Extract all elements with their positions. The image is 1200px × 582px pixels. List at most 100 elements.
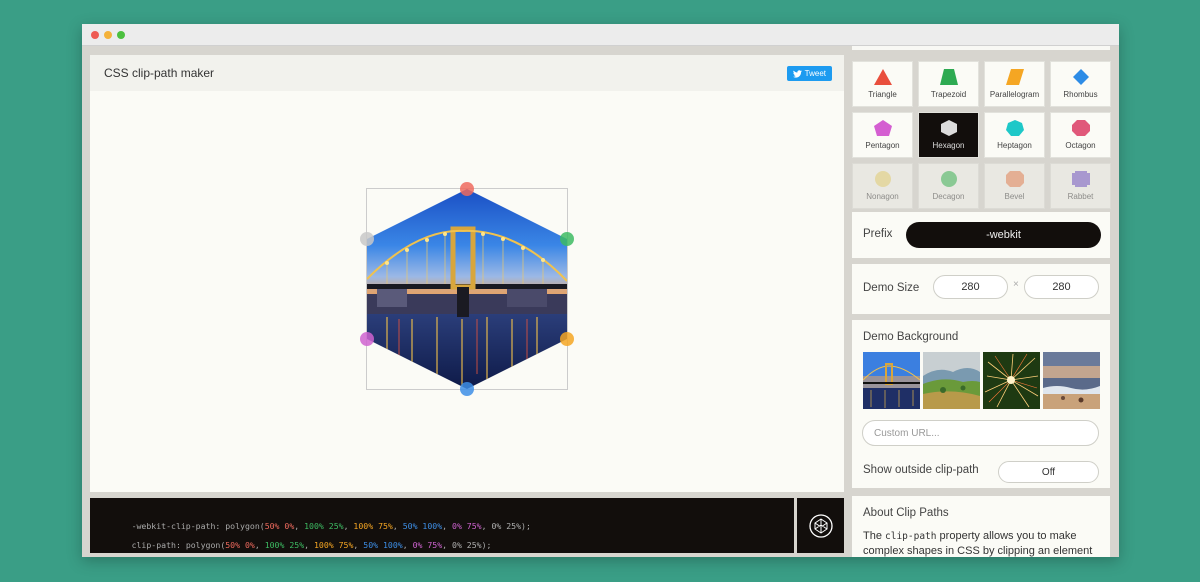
handle-point-4[interactable] bbox=[460, 382, 474, 396]
hexagon-icon bbox=[940, 120, 957, 136]
codepen-icon bbox=[808, 513, 833, 538]
background-thumb-sparkler[interactable] bbox=[983, 352, 1040, 409]
nonagon-icon bbox=[874, 171, 891, 187]
show-outside-label: Show outside clip-path bbox=[863, 464, 979, 476]
about-code: clip-path bbox=[885, 531, 937, 542]
shape-tile-nonagon[interactable]: Nonagon bbox=[852, 163, 913, 209]
css-code-output[interactable]: -webkit-clip-path: polygon(50% 0%, 100% … bbox=[90, 498, 794, 553]
shape-label: Trapezoid bbox=[930, 90, 967, 99]
shape-tile-pentagon[interactable]: Pentagon bbox=[852, 112, 913, 158]
about-description: The clip-path property allows you to mak… bbox=[863, 529, 1103, 557]
minimize-window-button[interactable] bbox=[104, 31, 112, 39]
demo-background-label: Demo Background bbox=[863, 331, 959, 343]
demo-width-input[interactable] bbox=[933, 275, 1008, 299]
about-card: About Clip Paths The clip-path property … bbox=[852, 496, 1110, 557]
code-separator: , bbox=[254, 540, 265, 550]
shape-label: Rhombus bbox=[1063, 90, 1098, 99]
prefix-select[interactable]: -webkit bbox=[906, 222, 1101, 248]
code-point-value: 0% 25% bbox=[491, 521, 522, 531]
code-separator: , bbox=[442, 540, 453, 550]
handle-point-3[interactable] bbox=[560, 332, 574, 346]
maximize-window-button[interactable] bbox=[117, 31, 125, 39]
shape-label: Decagon bbox=[932, 192, 965, 201]
tweet-label: Tweet bbox=[804, 69, 826, 78]
shape-tile-decagon[interactable]: Decagon bbox=[918, 163, 979, 209]
shape-tile-triangle[interactable]: Triangle bbox=[852, 61, 913, 107]
code-points: 50% 0%, 100% 25%, 100% 75%, 50% 100%, 0%… bbox=[225, 540, 481, 550]
shape-tile-parallelogram[interactable]: Parallelogram bbox=[984, 61, 1045, 107]
prefix-card: Prefix -webkit bbox=[852, 212, 1110, 258]
trapezoid-icon bbox=[939, 69, 958, 85]
canvas-header: CSS clip-path maker Tweet bbox=[90, 55, 844, 91]
code-separator: , bbox=[402, 540, 413, 550]
window-titlebar bbox=[82, 24, 1119, 46]
about-text-part: The bbox=[863, 530, 886, 542]
page-title: CSS clip-path maker bbox=[104, 66, 215, 80]
bevel-icon bbox=[1005, 171, 1024, 187]
toggle-value: Off bbox=[1041, 466, 1056, 478]
close-window-button[interactable] bbox=[91, 31, 99, 39]
demo-height-input[interactable] bbox=[1024, 275, 1099, 299]
shape-label: Octagon bbox=[1065, 141, 1096, 150]
twitter-bird-icon bbox=[792, 69, 802, 78]
background-thumb-beach[interactable] bbox=[1043, 352, 1100, 409]
code-point-value: 100% 75% bbox=[313, 540, 354, 550]
browser-window: CSS clip-path maker Tweet -webkit-clip-p… bbox=[82, 24, 1119, 557]
shape-tile-heptagon[interactable]: Heptagon bbox=[984, 112, 1045, 158]
shape-tile-bevel[interactable]: Bevel bbox=[984, 163, 1045, 209]
code-separator: , bbox=[353, 540, 364, 550]
codepen-button[interactable] bbox=[797, 498, 844, 553]
code-function: polygon( bbox=[185, 540, 226, 550]
canvas-panel: CSS clip-path maker Tweet bbox=[90, 55, 844, 492]
octagon-icon bbox=[1071, 120, 1090, 136]
handle-point-2[interactable] bbox=[560, 232, 574, 246]
shape-tile-rhombus[interactable]: Rhombus bbox=[1050, 61, 1111, 107]
show-outside-toggle[interactable]: Off bbox=[998, 461, 1099, 483]
shape-label: Bevel bbox=[1004, 192, 1025, 201]
tweet-button[interactable]: Tweet bbox=[786, 66, 832, 81]
rhombus-icon bbox=[1072, 69, 1089, 85]
shape-tile-rabbet[interactable]: Rabbet bbox=[1050, 163, 1111, 209]
demo-size-card: Demo Size × bbox=[852, 264, 1110, 314]
settings-sidebar: Triangle Trapezoid Parallelogram Rhombus… bbox=[850, 46, 1112, 557]
parallelogram-icon bbox=[1005, 69, 1024, 85]
sidebar-top-strip bbox=[852, 46, 1110, 50]
pentagon-icon bbox=[873, 120, 892, 136]
code-point-value: 50% 100% bbox=[363, 540, 403, 550]
heptagon-icon bbox=[1005, 120, 1024, 136]
demo-size-label: Demo Size bbox=[863, 282, 920, 294]
code-function-close: ); bbox=[521, 521, 531, 531]
code-point-value: 0% 25% bbox=[452, 540, 482, 550]
custom-url-input[interactable] bbox=[862, 420, 1099, 446]
code-point-value: 100% 25% bbox=[264, 540, 305, 550]
background-thumb-bridge[interactable] bbox=[863, 352, 920, 409]
times-separator: × bbox=[1013, 279, 1019, 290]
shape-label: Rabbet bbox=[1067, 192, 1094, 201]
triangle-icon bbox=[873, 69, 892, 85]
demo-background-card: Demo Background Custom URL... Show outsi… bbox=[852, 320, 1110, 488]
bridge-thumbnail bbox=[863, 352, 920, 409]
decagon-icon bbox=[940, 171, 957, 187]
shape-tile-octagon[interactable]: Octagon bbox=[1050, 112, 1111, 158]
handle-point-6[interactable] bbox=[360, 232, 374, 246]
shape-label: Parallelogram bbox=[989, 90, 1040, 99]
handle-point-5[interactable] bbox=[360, 332, 374, 346]
shape-label: Triangle bbox=[868, 90, 897, 99]
shape-label: Nonagon bbox=[866, 192, 899, 201]
shape-tile-hexagon[interactable]: Hexagon bbox=[918, 112, 979, 158]
code-function-close: ); bbox=[481, 540, 492, 550]
hills-thumbnail bbox=[923, 352, 980, 409]
shape-tile-trapezoid[interactable]: Trapezoid bbox=[918, 61, 979, 107]
sparkler-thumbnail bbox=[983, 352, 1040, 409]
code-property: clip-path: bbox=[131, 540, 181, 550]
code-point-value: 0% 75% bbox=[412, 540, 443, 550]
prefix-value: -webkit bbox=[986, 229, 1021, 241]
handle-point-1[interactable] bbox=[460, 182, 474, 196]
background-thumb-hills[interactable] bbox=[923, 352, 980, 409]
code-line-standard: clip-path: polygon(50% 0%, 100% 25%, 100… bbox=[102, 530, 492, 557]
about-title: About Clip Paths bbox=[863, 507, 949, 519]
code-point-value: 50% 0% bbox=[225, 540, 255, 550]
code-separator: , bbox=[304, 540, 314, 550]
shape-label: Hexagon bbox=[932, 141, 965, 150]
shape-label: Pentagon bbox=[865, 141, 900, 150]
